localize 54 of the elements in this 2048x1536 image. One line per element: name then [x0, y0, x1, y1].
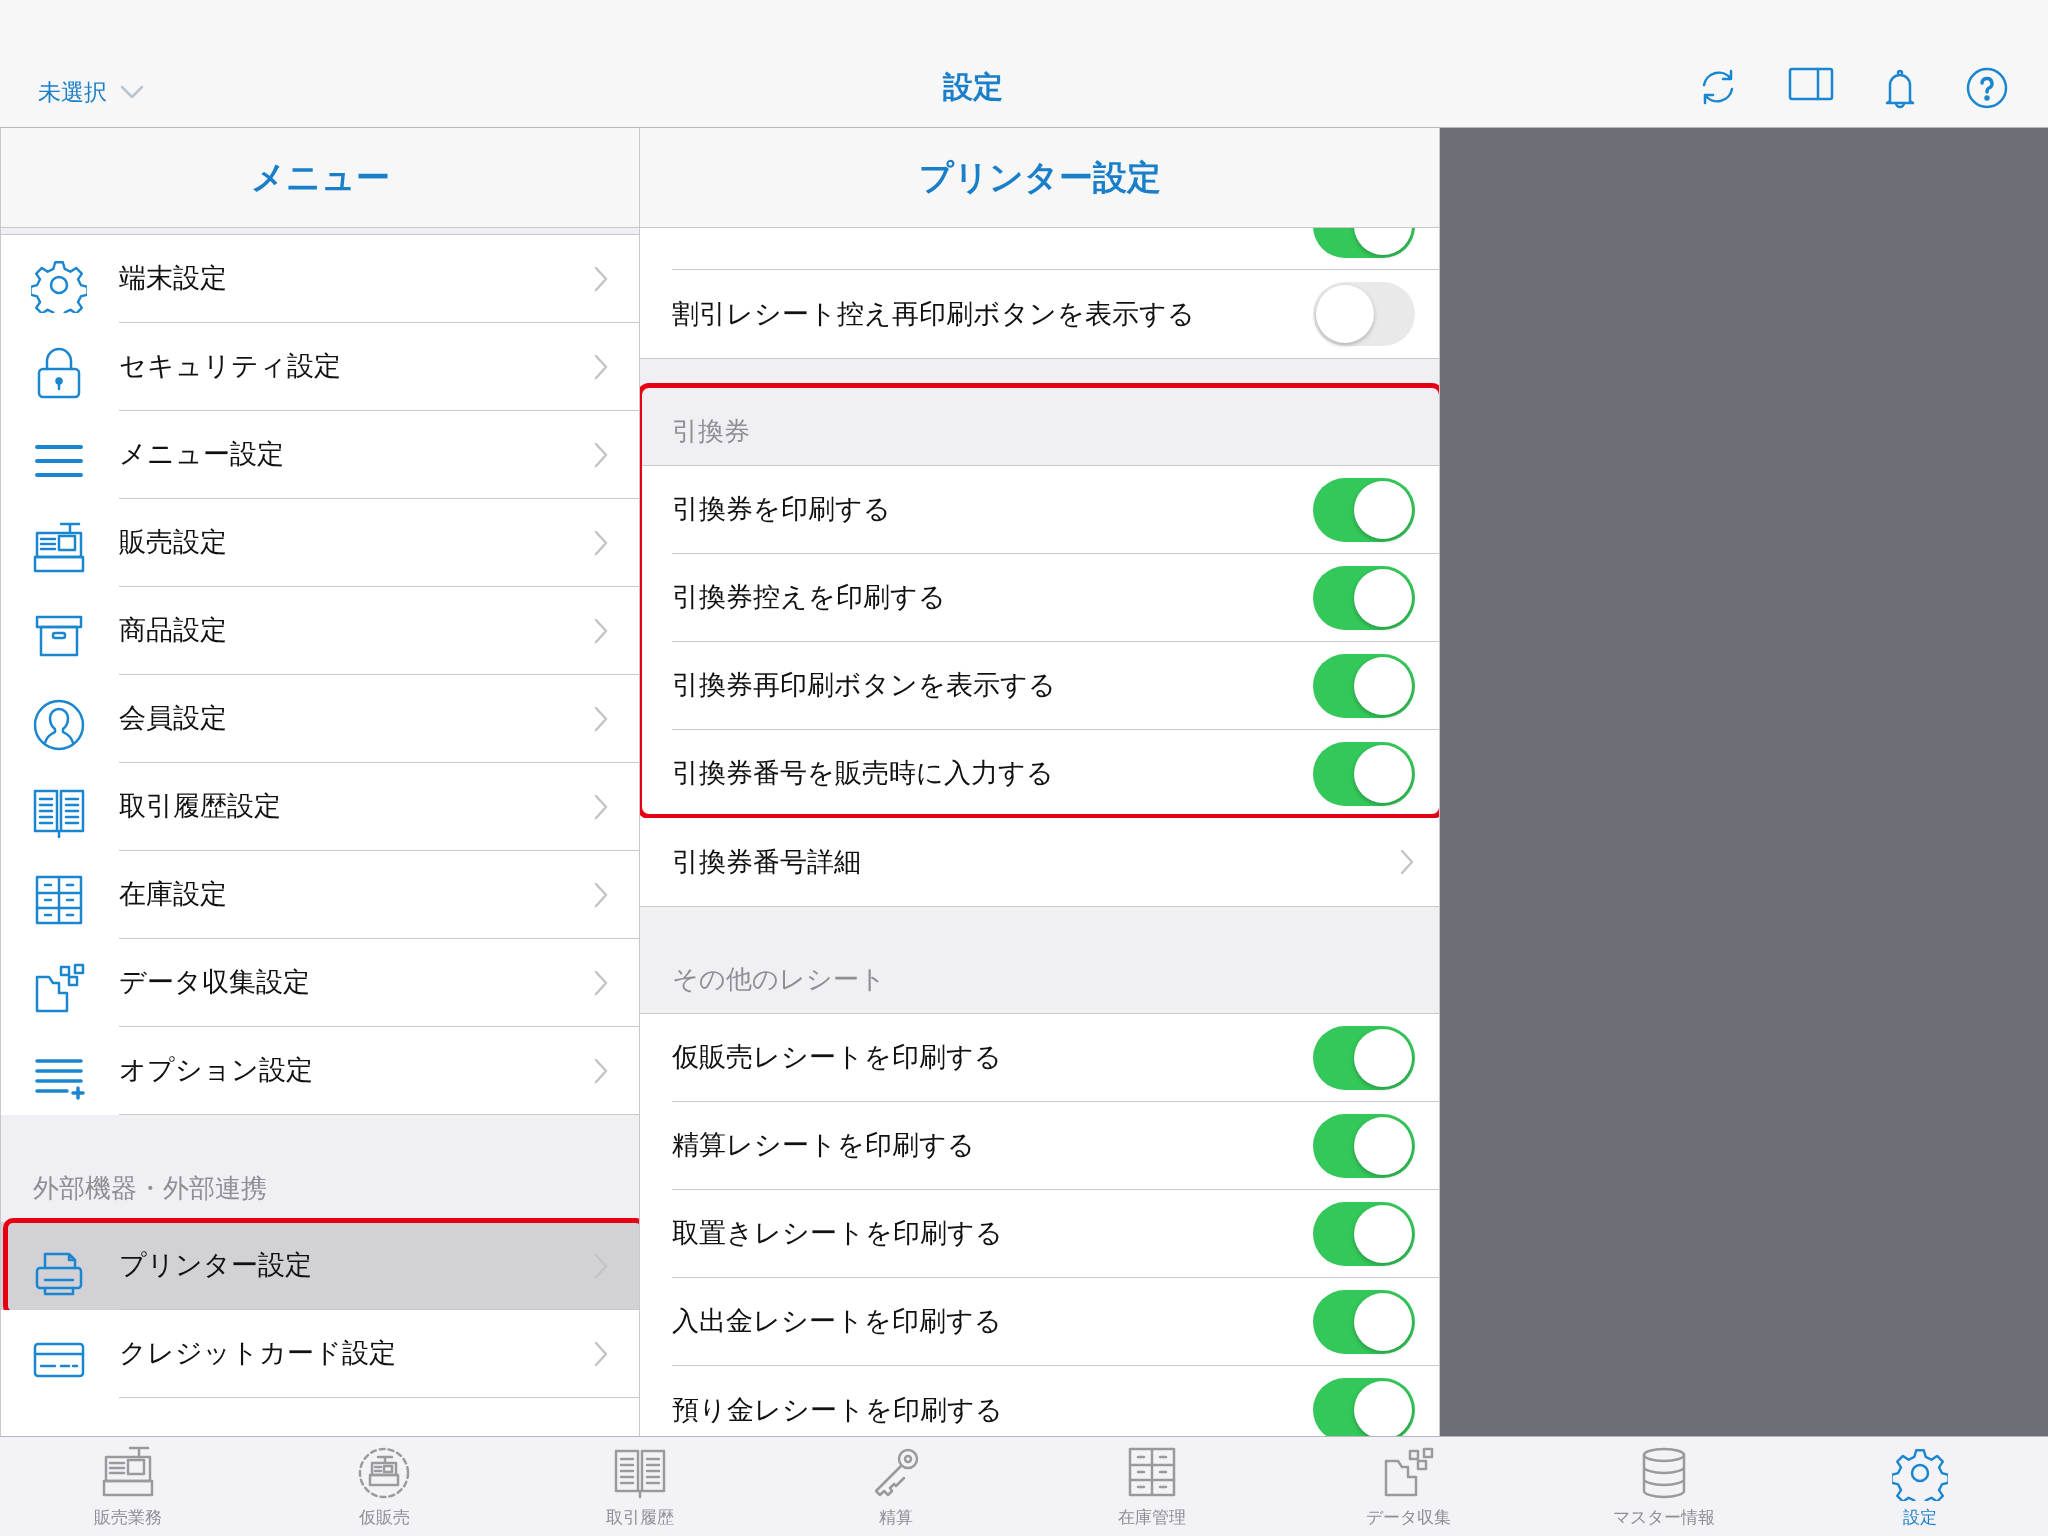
setting-label: 預り金レシートを印刷する: [672, 1392, 1004, 1427]
chevron-right-icon: [593, 968, 609, 997]
toggle-switch[interactable]: [1313, 477, 1415, 542]
setting-label: 引換券番号を販売時に入力する: [672, 756, 1055, 791]
chevron-right-icon: [593, 352, 609, 381]
setting-label: 引換券控えを印刷する: [672, 580, 947, 615]
menu-item[interactable]: クレジットカード設定: [1, 1310, 639, 1398]
person-icon: [31, 697, 87, 753]
chevron-right-icon: [593, 264, 609, 293]
chevron-right-icon: [593, 1339, 609, 1368]
setting-label: 入出金レシートを印刷する: [672, 1304, 1003, 1339]
toggle-switch[interactable]: [1313, 1113, 1415, 1178]
toggle-switch[interactable]: [1313, 1201, 1415, 1266]
menu-item[interactable]: 会員設定: [1, 675, 639, 763]
setting-label: 仮販売レシートを印刷する: [672, 1040, 1003, 1075]
selector-dropdown[interactable]: 未選択: [38, 74, 258, 109]
setting-label: 割引レシート控え再印刷ボタンを表示する: [672, 296, 1196, 331]
menu-item[interactable]: メニュー設定: [1, 411, 639, 499]
panel-title: メニュー: [1, 128, 639, 228]
setting-label: 引換券を印刷する: [672, 492, 892, 527]
menu-item[interactable]: セキュリティ設定: [1, 323, 639, 411]
chevron-right-icon: [593, 528, 609, 557]
chevron-right-icon: [593, 880, 609, 909]
chevron-right-icon: [593, 616, 609, 645]
chevron-right-icon: [593, 704, 609, 733]
setting-label: 精算レシートを印刷する: [672, 1128, 976, 1163]
toggle-switch[interactable]: [1313, 1025, 1415, 1090]
menu-item[interactable]: データ収集設定: [1, 939, 639, 1027]
toggle-switch[interactable]: [1313, 1378, 1415, 1436]
tab-bar-item[interactable]: 設定: [1792, 1437, 2048, 1536]
chevron-right-icon: [593, 1056, 609, 1085]
split-view-icon: [1788, 67, 1834, 101]
bell-icon: [1884, 67, 1916, 109]
chevron-right-icon: [1399, 848, 1415, 876]
chevron-right-icon: [593, 440, 609, 469]
toggle-switch[interactable]: [1313, 653, 1415, 718]
section-header: 外部機器・外部連携: [32, 1172, 268, 1205]
toggle-switch[interactable]: [1313, 741, 1415, 806]
chevron-right-icon: [593, 792, 609, 821]
menu-item[interactable]: オプション設定: [1, 1027, 639, 1115]
menu-item[interactable]: 端末設定: [1, 235, 639, 323]
toggle-switch[interactable]: [1313, 1289, 1415, 1354]
toggle-switch[interactable]: [1313, 282, 1415, 346]
menu-item[interactable]: 在庫設定: [1, 851, 639, 939]
help-icon: [1966, 67, 2008, 109]
screen-title: 設定: [942, 68, 1004, 106]
toggle-switch[interactable]: [1313, 565, 1415, 630]
chevron-down-icon: [119, 83, 145, 100]
setting-label: 取置きレシートを印刷する: [672, 1216, 1004, 1251]
menu-item[interactable]: 販売設定: [1, 499, 639, 587]
panel-title: プリンター設定: [640, 128, 1439, 228]
setting-label: 引換券再印刷ボタンを表示する: [672, 668, 1057, 703]
menu-item[interactable]: 商品設定: [1, 587, 639, 675]
menu-item[interactable]: 取引履歴設定: [1, 763, 639, 851]
